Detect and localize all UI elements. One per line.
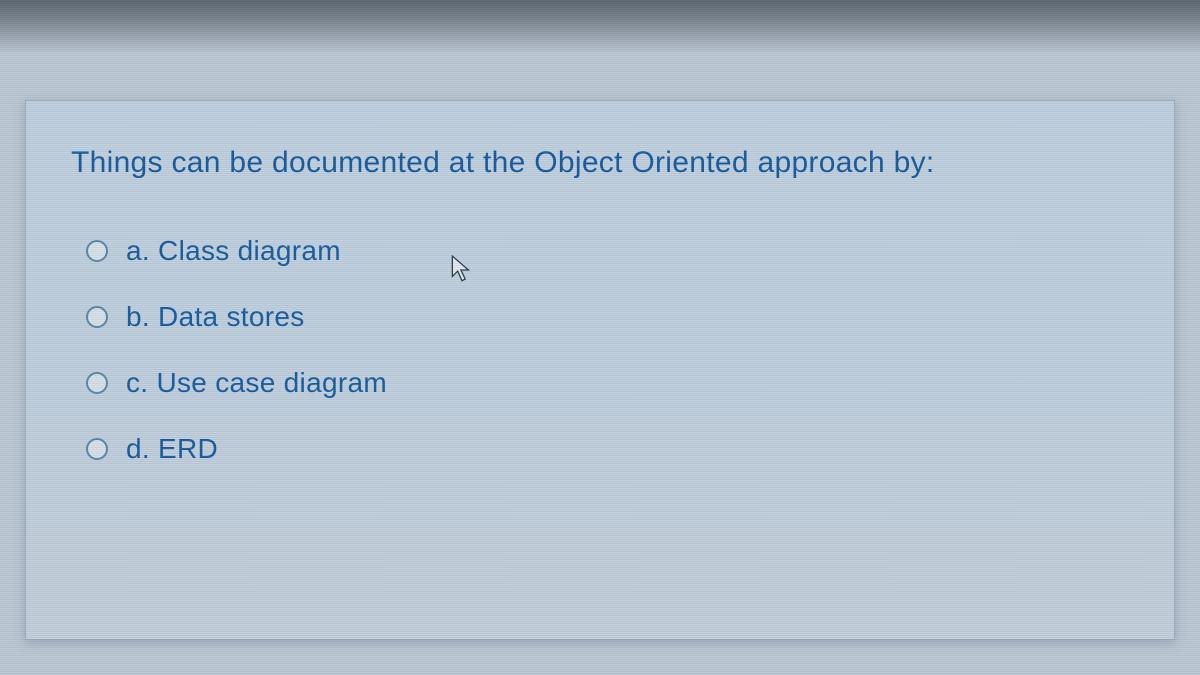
option-label: d. ERD: [126, 433, 218, 465]
option-label: b. Data stores: [126, 301, 305, 333]
radio-icon[interactable]: [86, 240, 108, 262]
radio-icon[interactable]: [86, 372, 108, 394]
option-d[interactable]: d. ERD: [86, 433, 1139, 465]
radio-icon[interactable]: [86, 438, 108, 460]
option-c[interactable]: c. Use case diagram: [86, 367, 1139, 399]
radio-icon[interactable]: [86, 306, 108, 328]
option-b[interactable]: b. Data stores: [86, 301, 1139, 333]
options-group: a. Class diagram b. Data stores c. Use c…: [71, 235, 1139, 465]
question-card: Things can be documented at the Object O…: [25, 100, 1175, 640]
option-a[interactable]: a. Class diagram: [86, 235, 1139, 267]
option-label: c. Use case diagram: [126, 367, 387, 399]
question-text: Things can be documented at the Object O…: [71, 146, 1139, 180]
option-label: a. Class diagram: [126, 235, 341, 267]
